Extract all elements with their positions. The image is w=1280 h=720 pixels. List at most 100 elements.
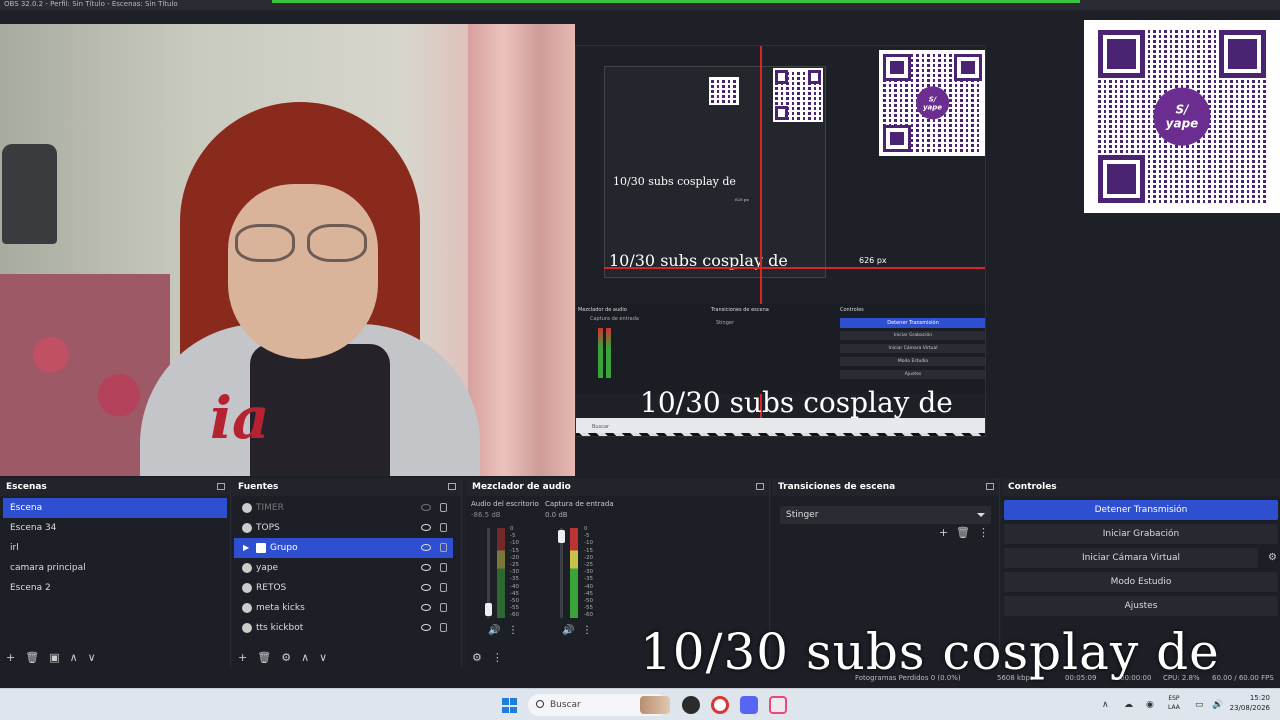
source-item[interactable]: TOPS	[234, 518, 453, 538]
undock-icon[interactable]	[986, 483, 994, 490]
eye-icon[interactable]	[421, 524, 431, 531]
webcam-feed: ia	[0, 24, 575, 476]
move-up-icon[interactable]: ∧	[70, 651, 78, 664]
widget-icon[interactable]	[640, 696, 670, 714]
source-item[interactable]: TIMER	[234, 498, 453, 518]
language-indicator[interactable]: ESP LAA	[1168, 694, 1180, 712]
sources-panel: Fuentes TIMER TOPS ▶ Grupo yape RETOS met…	[232, 478, 462, 668]
scene-item[interactable]: Escena	[3, 498, 227, 518]
scale-tick: -20	[584, 554, 593, 561]
more-icon[interactable]: ⋮	[978, 526, 989, 539]
settings-button[interactable]: Ajustes	[1004, 596, 1278, 616]
more-icon[interactable]: ⋮	[582, 625, 592, 636]
lock-icon[interactable]	[440, 623, 447, 632]
opera-app-icon[interactable]	[711, 696, 729, 714]
obs-app-icon[interactable]	[682, 696, 700, 714]
source-item[interactable]: meta kicks	[234, 598, 453, 618]
eye-icon[interactable]	[421, 564, 431, 571]
chevron-up-icon[interactable]: ∧	[1102, 700, 1109, 710]
trash-icon[interactable]: 🗑	[257, 651, 271, 664]
undock-icon[interactable]	[756, 483, 764, 490]
source-item[interactable]: RETOS	[234, 578, 453, 598]
scale-tick: 0	[510, 526, 514, 532]
discord-app-icon[interactable]	[740, 696, 758, 714]
start-recording-button[interactable]: Iniciar Grabación	[1004, 524, 1278, 544]
lock-icon[interactable]	[440, 543, 447, 552]
move-up-icon[interactable]: ∧	[301, 651, 309, 664]
transitions-header: Transiciones de escena	[772, 478, 999, 496]
image-icon	[242, 563, 252, 573]
move-down-icon[interactable]: ∨	[88, 651, 96, 664]
nested-qr-code: S/yape	[879, 50, 985, 156]
scene-item[interactable]: camara principal	[3, 558, 227, 578]
studio-mode-button[interactable]: Modo Estudio	[1004, 572, 1278, 592]
undock-icon[interactable]	[448, 483, 456, 490]
undock-icon[interactable]	[217, 483, 225, 490]
hidden-eye-icon[interactable]	[421, 504, 431, 511]
trash-icon[interactable]: 🗑	[956, 526, 970, 539]
start-virtual-camera-button[interactable]: Iniciar Cámara Virtual	[1004, 548, 1258, 568]
gear-icon[interactable]: ⚙	[281, 651, 291, 664]
more-icon[interactable]: ⋮	[492, 651, 503, 664]
eye-icon[interactable]	[421, 624, 431, 631]
windows-start-icon[interactable]	[502, 698, 517, 713]
scale-tick: -55	[510, 605, 519, 612]
speaker-icon[interactable]: 🔊	[562, 625, 574, 636]
source-item[interactable]: tts kickbot	[234, 618, 453, 638]
desktop-fader-knob[interactable]	[485, 603, 492, 616]
overlay-banner: 10/30 subs cosplay de	[640, 623, 1220, 681]
scene-item[interactable]: Escena 2	[3, 578, 227, 598]
speaker-icon[interactable]: 🔊	[488, 625, 500, 636]
desktop-scale: 0 -5 -10 -15 -20 -25 -30 -35 -40 -45 -50 -55 -60	[510, 526, 519, 620]
scale-tick: -15	[584, 547, 593, 554]
link-icon[interactable]: ⚙	[472, 651, 482, 664]
gear-icon[interactable]: ⚙	[1268, 552, 1277, 563]
source-item[interactable]: ▶ Grupo	[234, 538, 453, 558]
move-down-icon[interactable]: ∨	[319, 651, 327, 664]
scale-tick: -35	[510, 576, 519, 583]
stop-stream-button[interactable]: Detener Transmisión	[1004, 500, 1278, 520]
title-bar: OBS 32.0.2 - Perfil: Sin Título - Escena…	[0, 0, 1280, 10]
scale-tick: -60	[584, 612, 593, 619]
edge-app-icon[interactable]	[769, 696, 787, 714]
eye-icon[interactable]	[421, 544, 431, 551]
lock-icon[interactable]	[440, 563, 447, 572]
eye-icon[interactable]	[421, 584, 431, 591]
yape-qr-code: S/yape	[1084, 20, 1280, 213]
browser-icon	[242, 603, 252, 613]
lock-icon[interactable]	[440, 583, 447, 592]
capture-fader-knob[interactable]	[558, 530, 565, 543]
image-icon	[242, 583, 252, 593]
add-icon[interactable]: +	[238, 651, 247, 664]
clock[interactable]: 15:20 23/08/2026	[1230, 693, 1270, 713]
scale-tick: -25	[584, 562, 593, 569]
scale-tick: 0	[584, 526, 588, 532]
trash-icon[interactable]: 🗑	[25, 651, 39, 664]
add-icon[interactable]: +	[939, 526, 948, 539]
scene-item[interactable]: irl	[3, 538, 227, 558]
scale-tick: -10	[510, 540, 519, 547]
lock-icon[interactable]	[440, 523, 447, 532]
monitor-icon[interactable]: ▭	[1195, 700, 1204, 710]
cloud-icon[interactable]: ☁	[1124, 700, 1133, 710]
scene-item[interactable]: Escena 34	[3, 518, 227, 538]
px-label: 626 px	[859, 256, 887, 265]
preview-canvas[interactable]: ia 10/30 subs cosplay de 10/30 subs cosp…	[0, 10, 1280, 477]
scale-tick: -30	[584, 569, 593, 576]
more-icon[interactable]: ⋮	[508, 625, 518, 636]
folder-icon	[256, 543, 266, 553]
lock-icon[interactable]	[440, 603, 447, 612]
desktop-meter	[497, 528, 505, 618]
network-icon[interactable]: ◉	[1146, 700, 1154, 710]
nested-px-label: 626 px	[735, 197, 749, 202]
source-item[interactable]: yape	[234, 558, 453, 578]
volume-icon[interactable]: 🔊	[1212, 700, 1223, 710]
filter-icon[interactable]: ▣	[49, 651, 59, 664]
image-icon	[242, 523, 252, 533]
eye-icon[interactable]	[421, 604, 431, 611]
lock-icon[interactable]	[440, 503, 447, 512]
transition-select[interactable]: Stinger	[780, 506, 991, 524]
yape-badge: S/yape	[915, 86, 950, 120]
add-icon[interactable]: +	[6, 651, 15, 664]
expand-arrow-icon[interactable]: ▶	[243, 538, 249, 558]
